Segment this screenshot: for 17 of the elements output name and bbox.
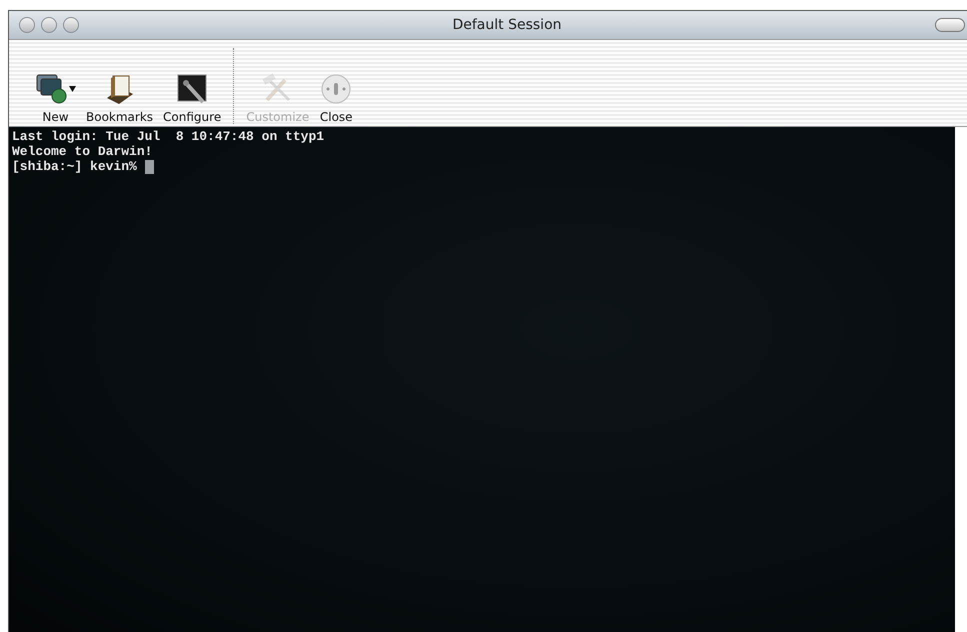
new-icon — [35, 72, 69, 106]
terminal-line: Welcome to Darwin! — [12, 144, 154, 159]
close-icon — [319, 72, 354, 106]
toolbar-button[interactable]: New — [31, 72, 80, 124]
configure-icon — [175, 72, 210, 106]
text-cursor — [144, 160, 154, 174]
window-title: Default Session — [451, 17, 563, 33]
toolbar-button[interactable]: Configure — [159, 72, 226, 124]
terminal-line: Last login: Tue Jul 8 10:47:48 on ttyp1 — [12, 129, 326, 144]
toolbar-toggle-button[interactable] — [935, 18, 965, 32]
toolbar-button[interactable]: Close — [315, 72, 358, 124]
window-control-button[interactable] — [41, 17, 57, 33]
window-control-button[interactable] — [63, 17, 79, 33]
terminal-view[interactable]: Last login: Tue Jul 8 10:47:48 on ttyp1 Welcome to Darwin! [shiba:~] kevin% — [9, 127, 955, 632]
toolbar-button[interactable]: Bookmarks — [82, 72, 158, 124]
window-control-button[interactable] — [19, 17, 35, 33]
shell-prompt: [shiba:~] kevin% — [12, 159, 137, 174]
